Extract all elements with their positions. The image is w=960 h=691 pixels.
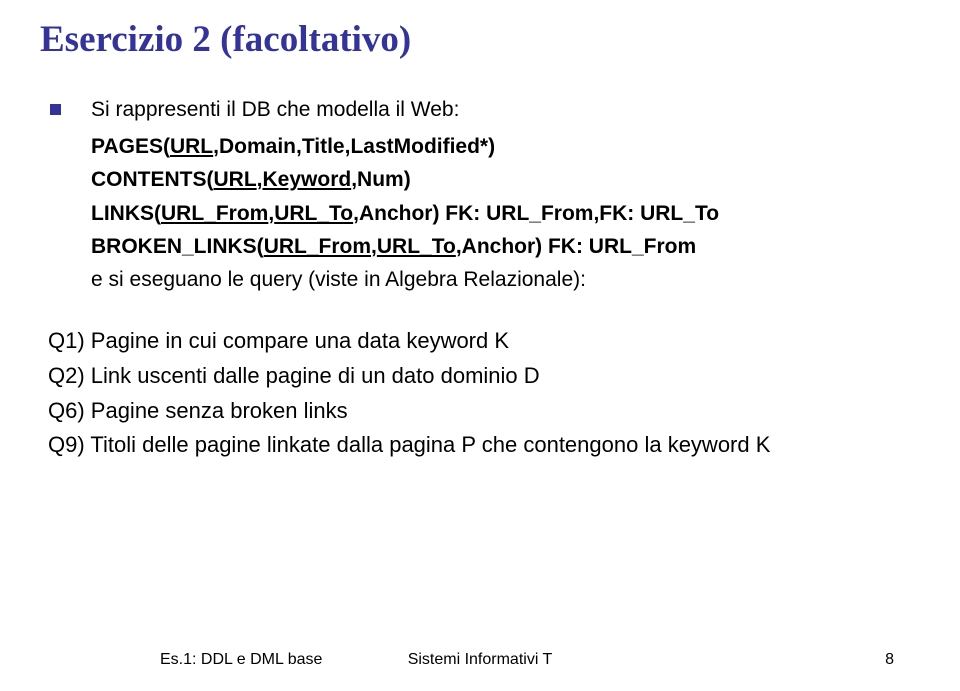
footer-center: Sistemi Informativi T: [408, 651, 553, 669]
bullet-body: Si rappresenti il DB che modella il Web:…: [91, 93, 719, 296]
question-q9: Q9) Titoli delle pagine linkate dalla pa…: [48, 428, 920, 463]
closing-text: e si eseguano le query (viste in Algebra…: [91, 263, 719, 296]
footer: Es.1: DDL e DML base Sistemi Informativi…: [0, 651, 960, 669]
schema-block: PAGES(URL,Domain,Title,LastModified*) CO…: [91, 130, 719, 263]
bulleted-block: Si rappresenti il DB che modella il Web:…: [50, 93, 920, 296]
schema-line-1: PAGES(URL,Domain,Title,LastModified*): [91, 130, 719, 163]
slide: Esercizio 2 (facoltativo) Si rappresenti…: [0, 0, 960, 691]
intro-text: Si rappresenti il DB che modella il Web:: [91, 93, 719, 126]
footer-left: Es.1: DDL e DML base: [160, 651, 322, 669]
content-block: Si rappresenti il DB che modella il Web:…: [40, 93, 920, 463]
schema-line-2: CONTENTS(URL,Keyword,Num): [91, 163, 719, 196]
question-q2: Q2) Link uscenti dalle pagine di un dato…: [48, 359, 920, 394]
question-q1: Q1) Pagine in cui compare una data keywo…: [48, 324, 920, 359]
schema-line-3: LINKS(URL_From,URL_To,Anchor) FK: URL_Fr…: [91, 197, 719, 230]
slide-title: Esercizio 2 (facoltativo): [40, 18, 920, 61]
footer-page-number: 8: [885, 651, 894, 669]
schema-line-4: BROKEN_LINKS(URL_From,URL_To,Anchor) FK:…: [91, 230, 719, 263]
bullet-icon: [50, 104, 61, 115]
question-q6: Q6) Pagine senza broken links: [48, 394, 920, 429]
questions-block: Q1) Pagine in cui compare una data keywo…: [48, 324, 920, 463]
